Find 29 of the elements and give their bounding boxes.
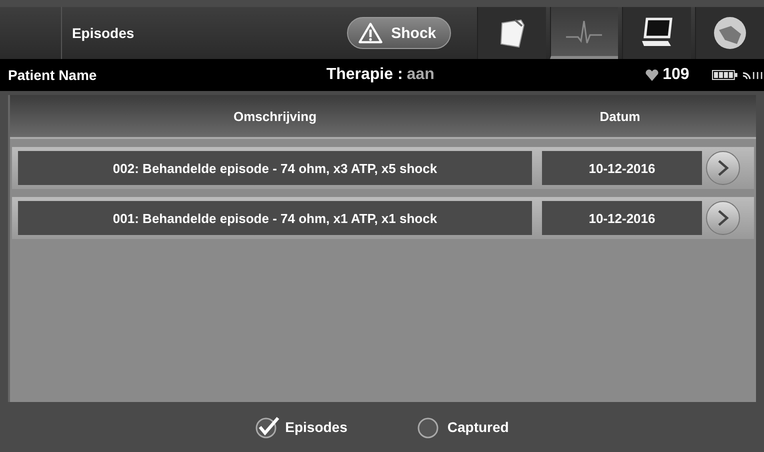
warning-icon [358,20,384,46]
column-header: Datum [598,108,642,124]
heart-icon [644,68,659,82]
monitor-tab[interactable] [622,7,692,59]
chevron-icon [716,210,730,226]
shock-button[interactable]: Shock [347,17,452,49]
ecg-tab[interactable] [550,7,618,59]
episode-row[interactable]: 002: Behandelde episode - 74 ohm, x3 ATP, x5 shock 10-12-2016 [12,147,754,189]
table-cell: 001: Behandelde episode - 74 ohm, x1 ATP, x1 shock [18,201,532,235]
notes-tab[interactable] [476,7,546,59]
patient-name: Patient Name [8,67,98,83]
chevron-button[interactable] [706,201,740,235]
computer-icon [640,17,674,49]
battery-icon [712,70,738,80]
heart-rate: 109 [662,66,690,84]
filter-option[interactable]: Captured [417,415,509,439]
therapy-value: aan [406,66,434,84]
table-cell: 10-12-2016 [542,201,702,235]
table-cell: 10-12-2016 [542,151,702,185]
table-cell: 002: Behandelde episode - 74 ohm, x3 ATP, x5 shock [18,151,532,185]
therapy-label: Therapie : [326,66,403,84]
column-header: Omschrijving [232,108,318,124]
episode-row[interactable]: 001: Behandelde episode - 74 ohm, x1 ATP, x1 shock 10-12-2016 [12,197,754,239]
screen-title: Episodes [70,25,136,41]
wand-tab[interactable] [695,7,764,59]
signal-icon [742,70,764,80]
chevron-icon [716,160,730,176]
filter-option[interactable]: Episodes [255,415,348,439]
chevron-button[interactable] [706,151,740,185]
